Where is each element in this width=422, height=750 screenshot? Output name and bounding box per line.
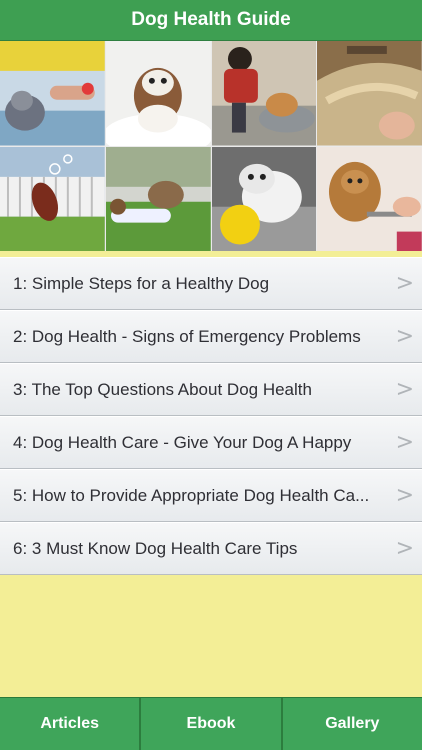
- article-row-5[interactable]: 5: How to Provide Appropriate Dog Health…: [0, 469, 422, 522]
- dog-bath-photo: [0, 41, 105, 146]
- chevron-right-icon: >: [395, 483, 414, 508]
- yorkie-brushing-photo: [317, 146, 422, 251]
- bulldog-ball-photo: [211, 146, 317, 251]
- navigation-bar: Dog Health Guide: [0, 0, 422, 41]
- man-washing-dog-photo: [211, 41, 317, 146]
- article-title: 5: How to Provide Appropriate Dog Health…: [13, 485, 370, 505]
- article-title: 2: Dog Health - Signs of Emergency Probl…: [13, 326, 361, 346]
- article-row-2[interactable]: 2: Dog Health - Signs of Emergency Probl…: [0, 310, 422, 363]
- chevron-right-icon: >: [395, 536, 414, 561]
- article-title: 1: Simple Steps for a Healthy Dog: [13, 273, 270, 293]
- article-title: 3: The Top Questions About Dog Health: [13, 379, 312, 399]
- tab-label: Articles: [40, 715, 100, 732]
- article-row-1[interactable]: 1: Simple Steps for a Healthy Dog >: [0, 257, 422, 310]
- chevron-right-icon: >: [395, 324, 414, 349]
- tab-gallery[interactable]: Gallery: [282, 698, 422, 750]
- tab-articles[interactable]: Articles: [0, 698, 142, 750]
- photo-gallery-header: [0, 41, 422, 251]
- tab-label: Gallery: [325, 715, 380, 732]
- bottom-tab-bar: Articles Ebook Gallery: [0, 697, 422, 750]
- article-row-3[interactable]: 3: The Top Questions About Dog Health >: [0, 363, 422, 416]
- page-title: Dog Health Guide: [131, 9, 291, 30]
- article-row-6[interactable]: 6: 3 Must Know Dog Health Care Tips >: [0, 522, 422, 575]
- dog-jumping-bubbles-photo: [0, 146, 105, 251]
- article-title: 6: 3 Must Know Dog Health Care Tips: [13, 538, 298, 558]
- article-row-4[interactable]: 4: Dog Health Care - Give Your Dog A Hap…: [0, 416, 422, 469]
- chevron-right-icon: >: [395, 377, 414, 402]
- dog-grooming-photo: [317, 41, 422, 146]
- article-list: 1: Simple Steps for a Healthy Dog > 2: D…: [0, 257, 422, 575]
- shih-tzu-bath-photo: [105, 41, 211, 146]
- chevron-right-icon: >: [395, 271, 414, 296]
- article-title: 4: Dog Health Care - Give Your Dog A Hap…: [13, 432, 352, 452]
- tab-label: Ebook: [186, 715, 236, 732]
- chevron-right-icon: >: [395, 430, 414, 455]
- woman-dog-lawn-photo: [105, 146, 211, 251]
- tab-ebook[interactable]: Ebook: [141, 698, 283, 750]
